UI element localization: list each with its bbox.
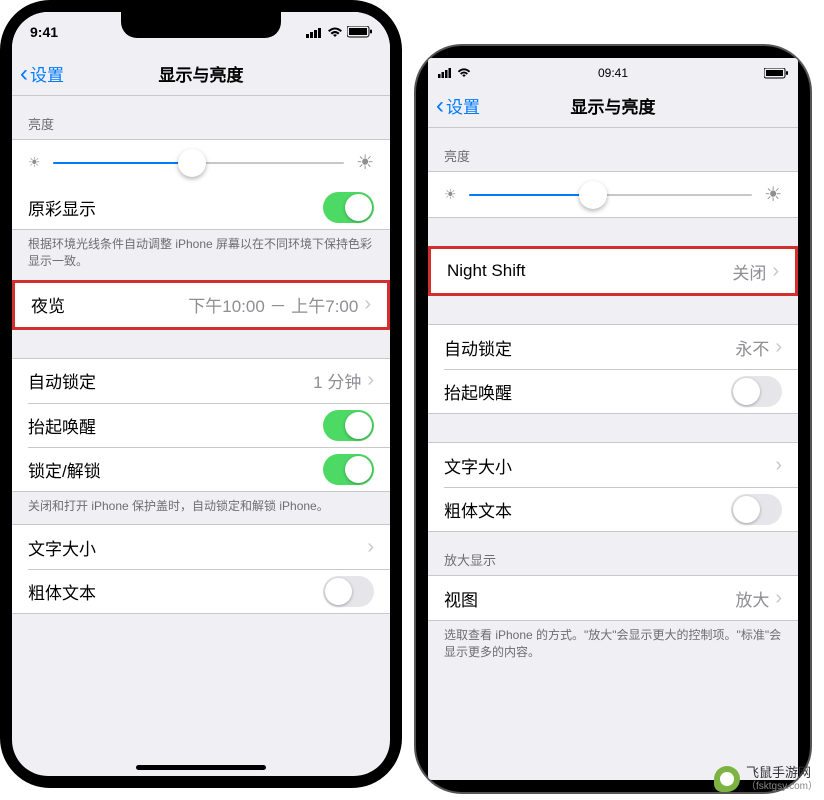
raise-to-wake-row[interactable]: 抬起唤醒 <box>444 369 798 413</box>
chevron-right-icon: › <box>367 536 374 559</box>
text-size-row[interactable]: 文字大小 › <box>428 443 798 487</box>
night-shift-group: 夜览 下午10:00 － 上午7:00 › <box>12 280 390 330</box>
auto-lock-row[interactable]: 自动锁定 1 分钟 › <box>12 359 390 403</box>
raise-to-wake-label: 抬起唤醒 <box>28 413 323 438</box>
brightness-header: 亮度 <box>12 96 390 139</box>
sun-small-icon: ☀︎ <box>444 186 457 203</box>
screen: 9:41 ‹ 设置 显示与亮度 亮度 ☀︎ ☀︎ <box>12 12 390 776</box>
text-size-label: 文字大小 <box>28 535 361 560</box>
status-time: 09:41 <box>598 66 628 80</box>
sun-large-icon: ☀︎ <box>356 150 374 175</box>
brightness-slider-row: ☀︎ ☀︎ <box>428 172 798 217</box>
sun-large-icon: ☀︎ <box>764 182 782 207</box>
true-tone-row[interactable]: 原彩显示 <box>12 185 390 229</box>
auto-lock-row[interactable]: 自动锁定 永不 › <box>428 325 798 369</box>
night-shift-group: Night Shift 关闭 › <box>428 246 798 296</box>
raise-to-wake-switch[interactable] <box>323 410 374 441</box>
night-shift-row[interactable]: 夜览 下午10:00 － 上午7:00 › <box>15 283 387 327</box>
wifi-icon <box>457 68 471 78</box>
bold-text-row[interactable]: 粗体文本 <box>444 487 798 531</box>
signal-icon <box>306 27 323 38</box>
chevron-right-icon: › <box>772 260 779 283</box>
lock-unlock-label: 锁定/解锁 <box>28 457 323 482</box>
lock-unlock-footer: 关闭和打开 iPhone 保护盖时，自动锁定和解锁 iPhone。 <box>12 492 390 525</box>
brightness-header: 亮度 <box>428 128 798 171</box>
night-shift-label: Night Shift <box>447 261 732 281</box>
bold-text-label: 粗体文本 <box>28 579 323 604</box>
chevron-left-icon: ‹ <box>20 62 28 86</box>
night-shift-value: 关闭 <box>732 259 766 284</box>
page-title: 显示与亮度 <box>159 61 244 86</box>
chevron-right-icon: › <box>775 336 782 359</box>
back-button[interactable]: ‹ 设置 <box>20 61 64 86</box>
zoom-header: 放大显示 <box>428 532 798 575</box>
home-indicator[interactable] <box>136 765 266 770</box>
page-title: 显示与亮度 <box>571 93 656 118</box>
view-label: 视图 <box>444 586 735 611</box>
bold-text-label: 粗体文本 <box>444 497 731 522</box>
lock-unlock-switch[interactable] <box>323 454 374 485</box>
raise-to-wake-row[interactable]: 抬起唤醒 <box>28 403 390 447</box>
text-size-row[interactable]: 文字大小 › <box>12 525 390 569</box>
watermark-logo-icon <box>714 766 740 792</box>
chevron-right-icon: › <box>367 369 374 392</box>
iphone-8-frame: 09:41 ‹ 设置 显示与亮度 亮度 ☀︎ ☀︎ <box>414 44 812 794</box>
view-value: 放大 <box>735 586 769 611</box>
iphone-x-frame: 9:41 ‹ 设置 显示与亮度 亮度 ☀︎ ☀︎ <box>0 0 402 788</box>
chevron-right-icon: › <box>364 293 371 316</box>
status-time: 9:41 <box>30 24 58 40</box>
back-button[interactable]: ‹ 设置 <box>436 93 480 118</box>
auto-lock-label: 自动锁定 <box>444 335 735 360</box>
chevron-right-icon: › <box>775 587 782 610</box>
chevron-right-icon: › <box>775 454 782 477</box>
view-footer: 选取查看 iPhone 的方式。"放大"会显示更大的控制项。"标准"会显示更多的… <box>428 621 798 671</box>
true-tone-footer: 根据环境光线条件自动调整 iPhone 屏幕以在不同环境下保持色彩显示一致。 <box>12 230 390 280</box>
navigation-bar: ‹ 设置 显示与亮度 <box>12 52 390 96</box>
night-shift-value: 下午10:00 － 上午7:00 <box>188 292 358 317</box>
brightness-slider[interactable] <box>469 194 753 196</box>
text-size-label: 文字大小 <box>444 453 769 478</box>
brightness-slider-row: ☀︎ ☀︎ <box>12 140 390 185</box>
raise-to-wake-label: 抬起唤醒 <box>444 379 731 404</box>
auto-lock-value: 永不 <box>735 335 769 360</box>
wifi-icon <box>327 27 343 38</box>
battery-icon <box>764 68 788 79</box>
status-bar: 09:41 <box>428 58 798 84</box>
night-shift-row[interactable]: Night Shift 关闭 › <box>431 249 795 293</box>
true-tone-label: 原彩显示 <box>28 195 323 220</box>
auto-lock-value: 1 分钟 <box>313 368 361 393</box>
brightness-slider[interactable] <box>53 162 345 164</box>
sun-small-icon: ☀︎ <box>28 154 41 171</box>
raise-to-wake-switch[interactable] <box>731 376 782 407</box>
bold-text-switch[interactable] <box>323 576 374 607</box>
watermark: 飞鼠手游网 （fsktgsy.com） <box>714 766 818 792</box>
bold-text-row[interactable]: 粗体文本 <box>28 569 390 613</box>
notch <box>121 12 281 38</box>
night-shift-label: 夜览 <box>31 292 188 317</box>
auto-lock-label: 自动锁定 <box>28 368 313 393</box>
signal-icon <box>438 68 453 78</box>
bold-text-switch[interactable] <box>731 494 782 525</box>
true-tone-switch[interactable] <box>323 192 374 223</box>
battery-icon <box>347 26 372 38</box>
slider-thumb[interactable] <box>579 181 607 209</box>
navigation-bar: ‹ 设置 显示与亮度 <box>428 84 798 128</box>
back-label: 设置 <box>446 93 480 118</box>
slider-thumb[interactable] <box>178 149 206 177</box>
screen: 09:41 ‹ 设置 显示与亮度 亮度 ☀︎ ☀︎ <box>428 58 798 780</box>
view-row[interactable]: 视图 放大 › <box>428 576 798 620</box>
back-label: 设置 <box>30 61 64 86</box>
lock-unlock-row[interactable]: 锁定/解锁 <box>28 447 390 491</box>
watermark-url: （fsktgsy.com） <box>746 781 818 792</box>
chevron-left-icon: ‹ <box>436 94 444 118</box>
watermark-name: 飞鼠手游网 <box>746 766 818 780</box>
